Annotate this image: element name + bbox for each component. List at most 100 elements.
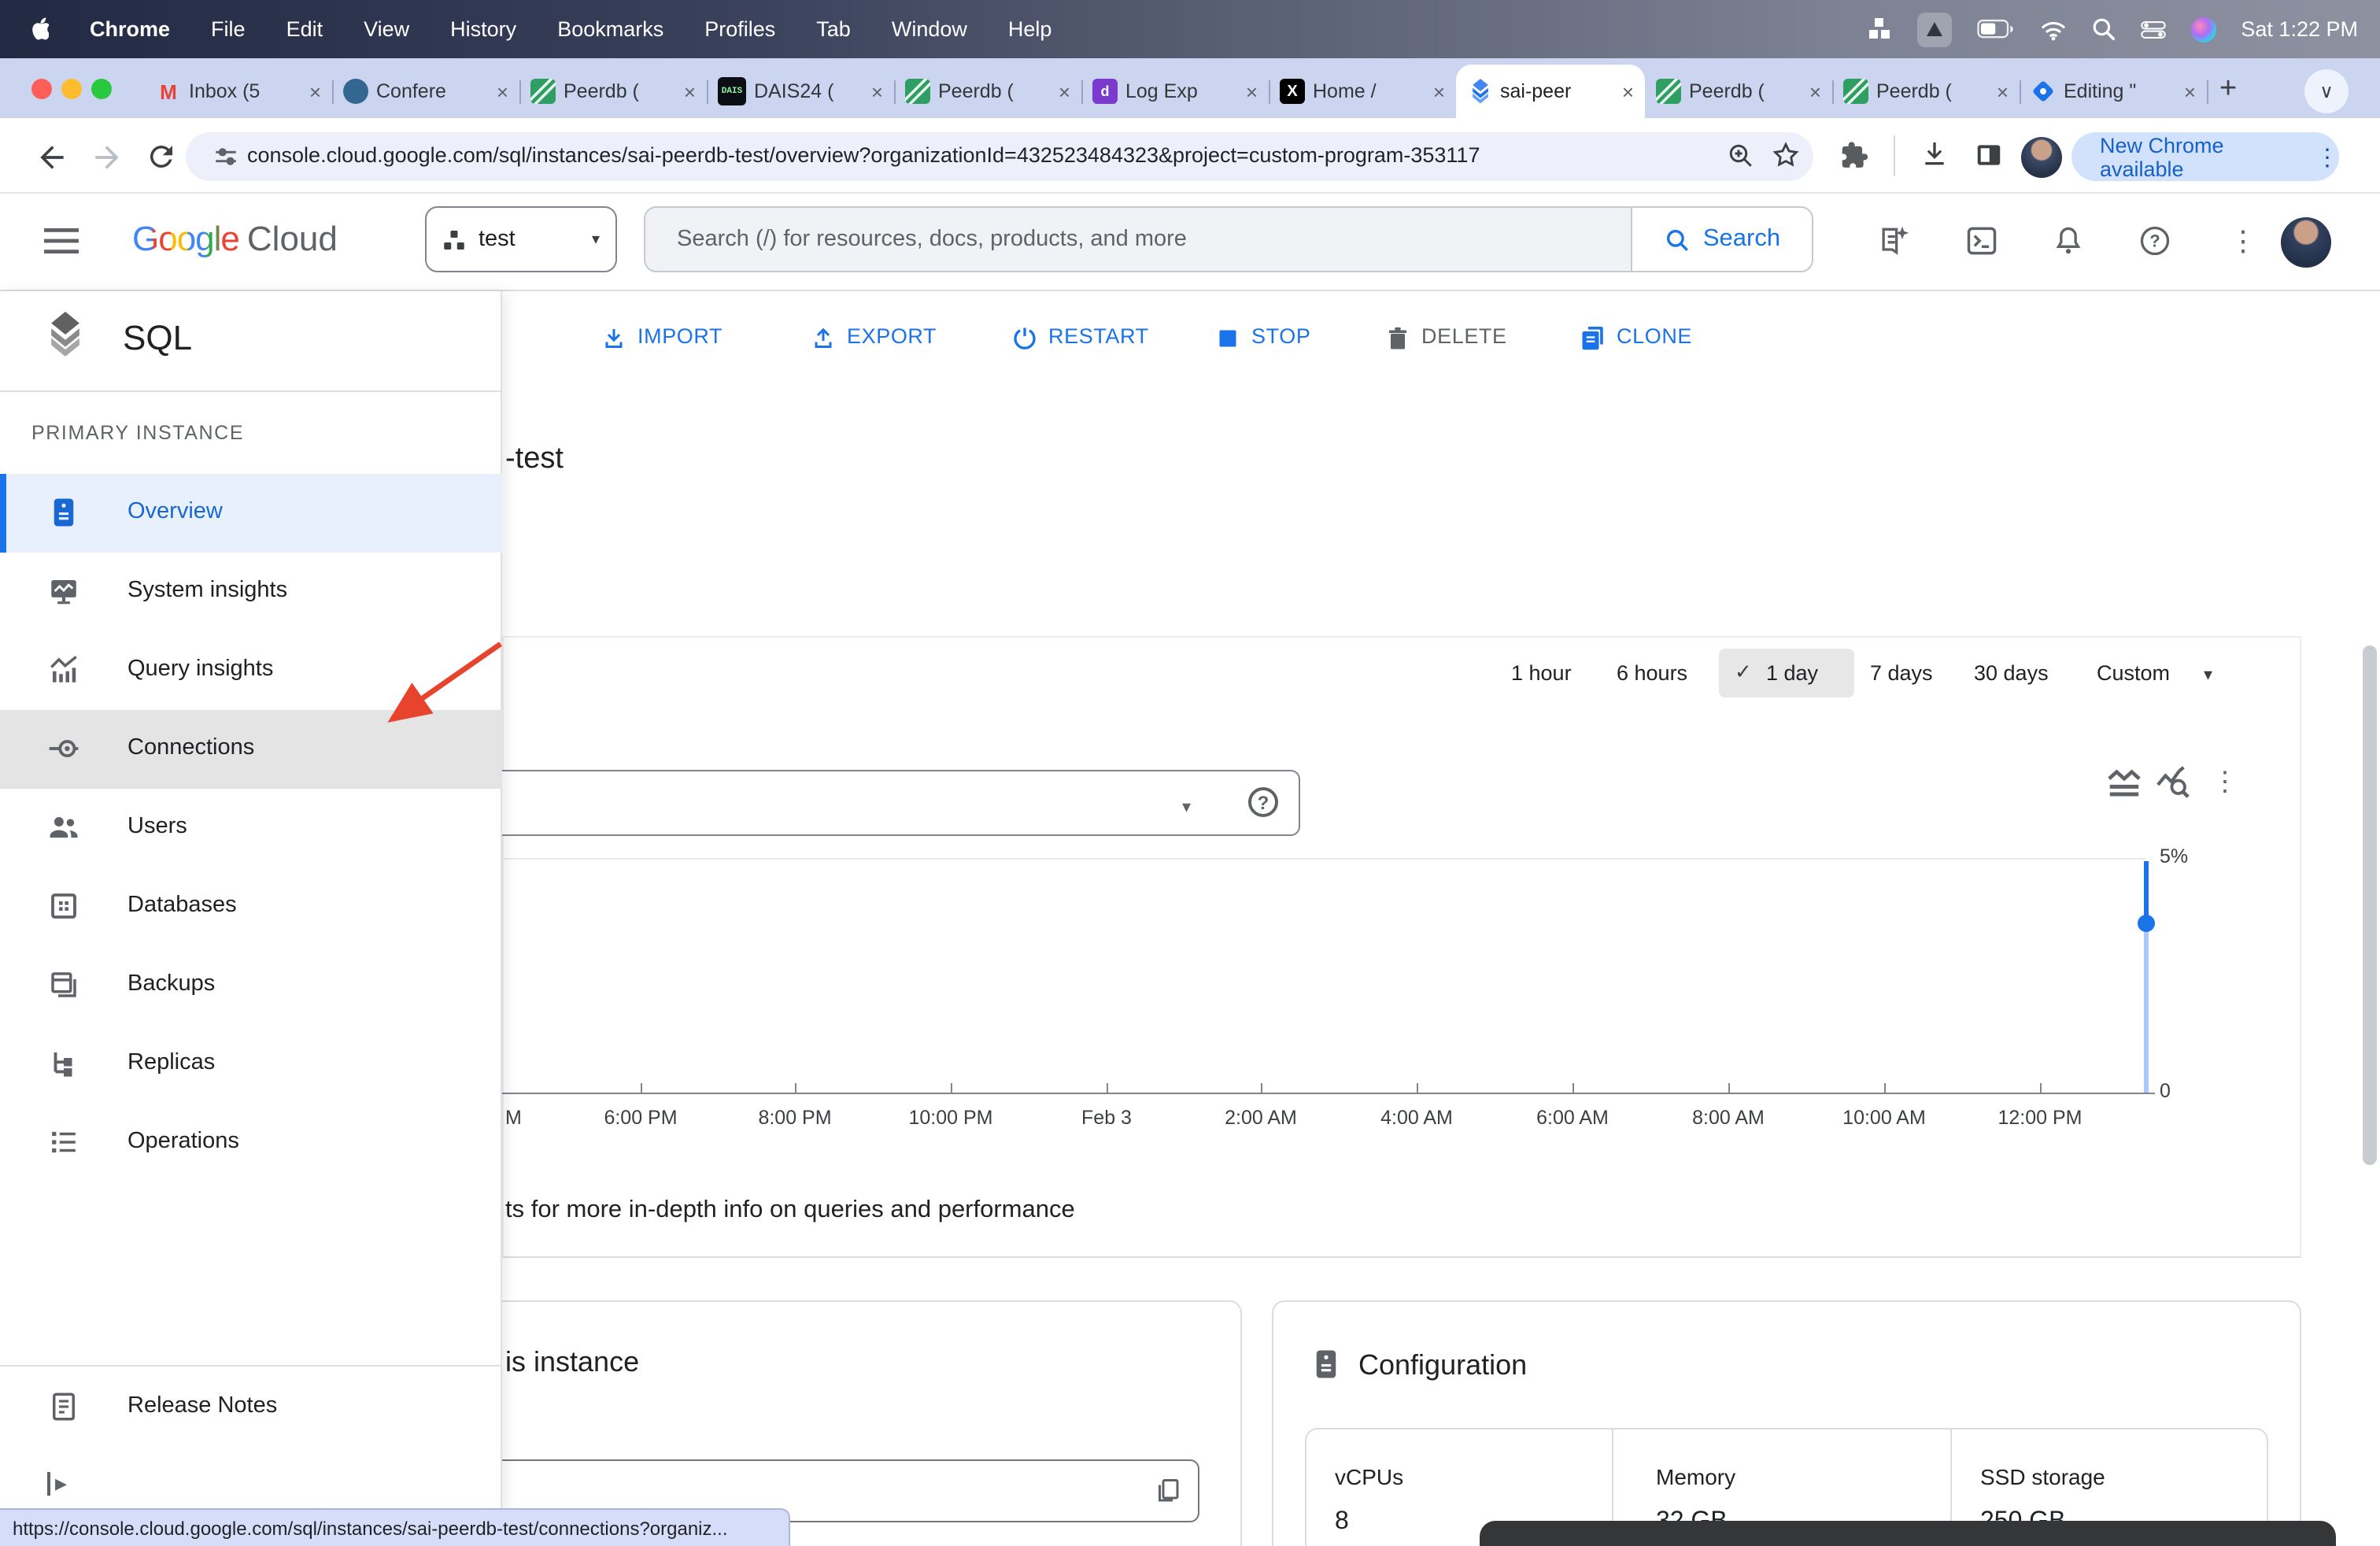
site-settings-icon[interactable] (213, 143, 239, 170)
console-search-input[interactable]: Search (/) for resources, docs, products… (644, 206, 1631, 272)
tab-search-chevron-icon[interactable]: ∨ (2304, 69, 2349, 113)
close-icon[interactable]: × (1246, 80, 1258, 103)
close-icon[interactable]: × (2184, 80, 2196, 103)
menu-tab[interactable]: Tab (816, 17, 851, 41)
export-button[interactable]: EXPORT (809, 324, 937, 353)
chart-kebab-icon[interactable]: ⋮ (2212, 767, 2238, 798)
range-6-hours[interactable]: 6 hours (1617, 661, 1687, 685)
sidebar-item-system-insights[interactable]: System insights (0, 553, 502, 631)
range-7-days[interactable]: 7 days (1870, 661, 1933, 685)
menu-profiles[interactable]: Profiles (704, 17, 775, 41)
project-picker[interactable]: test ▾ (425, 206, 617, 272)
apple-icon[interactable] (25, 16, 49, 43)
restart-button[interactable]: RESTART (1011, 324, 1149, 353)
range-30-days[interactable]: 30 days (1974, 661, 2049, 685)
menu-edit[interactable]: Edit (286, 17, 323, 41)
wifi-icon[interactable] (2039, 18, 2066, 40)
menu-help[interactable]: Help (1008, 17, 1052, 41)
menu-bookmarks[interactable]: Bookmarks (557, 17, 663, 41)
url-text[interactable]: console.cloud.google.com/sql/instances/s… (247, 143, 1480, 167)
side-panel-icon[interactable] (1974, 140, 2004, 170)
tab-peerdb-4[interactable]: Peerdb (× (1832, 65, 2020, 118)
sidebar-item-release-notes[interactable]: Release Notes (0, 1368, 502, 1447)
reload-icon[interactable] (145, 140, 178, 173)
sidebar-item-users[interactable]: Users (0, 789, 502, 867)
tab-inbox[interactable]: M Inbox (5× (145, 65, 332, 118)
stop-button[interactable]: STOP (1214, 324, 1310, 353)
close-icon[interactable]: × (1433, 80, 1445, 103)
menu-window[interactable]: Window (892, 17, 967, 41)
menu-view[interactable]: View (364, 17, 409, 41)
area-chart-toggle-icon[interactable] (2106, 765, 2142, 801)
extensions-icon[interactable] (1839, 140, 1868, 170)
copy-icon[interactable] (1154, 1477, 1182, 1505)
sidebar-item-overview[interactable]: Overview (0, 474, 502, 553)
tab-x-home[interactable]: X Home /× (1269, 65, 1456, 118)
download-icon[interactable] (1919, 139, 1950, 170)
tab-peerdb-2[interactable]: Peerdb (× (894, 65, 1081, 118)
menubar-clock[interactable]: Sat 1:22 PM (2241, 17, 2358, 41)
siri-icon[interactable] (2190, 17, 2216, 42)
new-tab-button[interactable]: + (2219, 72, 2237, 107)
metric-select[interactable]: ▾ ? (378, 770, 1300, 836)
close-icon[interactable]: × (497, 80, 508, 103)
control-center-icon[interactable] (2140, 20, 2165, 39)
notifications-bell-icon[interactable] (2051, 224, 2086, 258)
menu-file[interactable]: File (211, 17, 246, 41)
close-window-button[interactable] (31, 79, 52, 99)
tab-editing[interactable]: Editing "× (2020, 65, 2207, 118)
minimize-window-button[interactable] (61, 79, 82, 99)
sidebar-item-backups[interactable]: Backups (0, 946, 502, 1025)
sidebar-item-databases[interactable]: Databases (0, 867, 502, 946)
close-icon[interactable]: × (684, 80, 696, 103)
chrome-update-chip[interactable]: New Chrome available ⋮ (2071, 132, 2339, 181)
close-icon[interactable]: × (1622, 80, 1634, 103)
sidebar-item-replicas[interactable]: Replicas (0, 1025, 502, 1104)
menu-history[interactable]: History (450, 17, 516, 41)
back-icon[interactable] (35, 140, 69, 175)
kebab-icon[interactable]: ⋮ (2229, 225, 2257, 258)
tab-conference[interactable]: Confere× (332, 65, 519, 118)
tab-dais24[interactable]: DAIS DAIS24 (× (707, 65, 894, 118)
collapse-sidebar-icon[interactable]: ▸ (47, 1472, 67, 1496)
clone-button[interactable]: CLONE (1579, 324, 1692, 353)
sidebar-item-operations[interactable]: Operations (0, 1104, 502, 1182)
chrome-profile-avatar[interactable] (2021, 137, 2062, 178)
menu-chrome[interactable]: Chrome (90, 17, 170, 41)
metric-help-icon[interactable]: ? (1248, 787, 1278, 817)
sidebar-item-query-insights[interactable]: Query insights (0, 631, 502, 710)
kebab-icon[interactable]: ⋮ (2315, 142, 2339, 171)
caret-down-icon[interactable]: ▾ (2204, 664, 2212, 685)
metrics-explorer-icon[interactable] (2155, 765, 2191, 801)
data-point-dot[interactable] (2138, 914, 2155, 931)
tab-sai-peerdb-active[interactable]: sai-peer× (1456, 65, 1645, 118)
delete-button[interactable]: DELETE (1384, 324, 1507, 353)
tab-peerdb-1[interactable]: Peerdb (× (519, 65, 707, 118)
google-cloud-logo[interactable]: Google Cloud (132, 219, 338, 260)
close-icon[interactable]: × (871, 80, 883, 103)
zoom-icon[interactable] (1727, 142, 1755, 170)
range-1-hour[interactable]: 1 hour (1511, 661, 1572, 685)
scrollbar-thumb[interactable] (2363, 645, 2377, 1165)
close-icon[interactable]: × (1997, 80, 2009, 103)
hamburger-menu-icon[interactable] (44, 228, 79, 253)
import-button[interactable]: IMPORT (600, 324, 722, 353)
help-icon[interactable]: ? (2138, 224, 2172, 258)
gemini-notes-icon[interactable] (1876, 224, 1911, 258)
zoom-window-button[interactable] (91, 79, 112, 99)
account-avatar[interactable] (2281, 217, 2331, 268)
battery-icon[interactable] (1976, 19, 2014, 39)
tab-log-explorer[interactable]: d Log Exp× (1081, 65, 1269, 118)
menubar-app-icon[interactable] (1916, 12, 1951, 46)
spotlight-icon[interactable] (2091, 17, 2115, 41)
sidebar-item-connections[interactable]: Connections (0, 710, 502, 789)
tab-peerdb-3[interactable]: Peerdb (× (1645, 65, 1832, 118)
console-search-button[interactable]: Search (1631, 206, 1813, 272)
bookmark-star-icon[interactable] (1771, 140, 1801, 170)
cloud-shell-icon[interactable] (1964, 224, 1999, 258)
range-1-day-selected[interactable]: ✓ 1 day (1719, 649, 1854, 697)
forward-icon[interactable] (90, 140, 124, 175)
range-custom[interactable]: Custom (2097, 661, 2170, 685)
close-icon[interactable]: × (309, 80, 321, 103)
close-icon[interactable]: × (1059, 80, 1070, 103)
